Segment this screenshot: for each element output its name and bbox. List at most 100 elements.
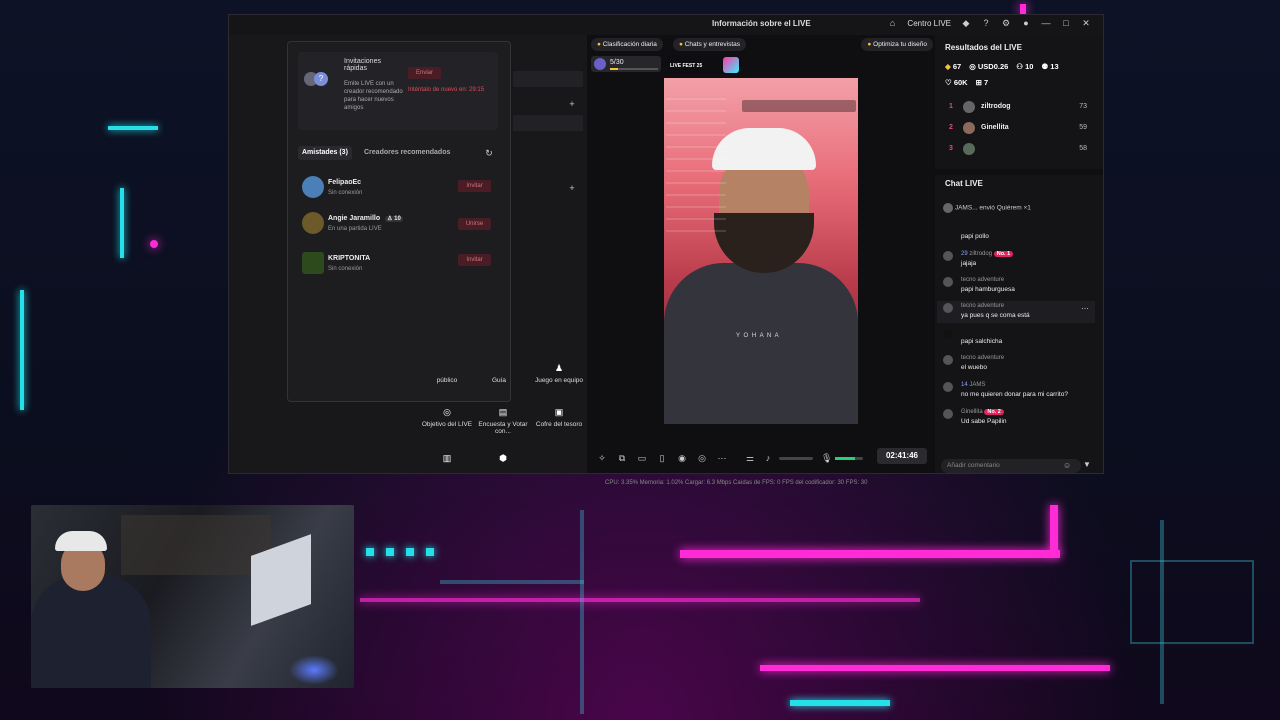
neon-line	[680, 550, 1060, 558]
live-fest-widget[interactable]: LIVE FEST 25	[667, 56, 741, 74]
message-text: jajaja	[961, 260, 977, 267]
tab-recommended[interactable]: Creadores recomendados	[364, 146, 450, 160]
filter-icon[interactable]: ▼	[1083, 460, 1091, 469]
join-button[interactable]: Unirse	[458, 218, 491, 230]
poll-icon: ▤	[498, 407, 508, 417]
ranking-row[interactable]: 3 58	[945, 141, 1093, 159]
message-text: papi pollo	[961, 233, 989, 240]
live-info-title[interactable]: Información sobre el LIVE	[712, 19, 811, 28]
message-text: el wuebo	[961, 364, 988, 371]
friend-name-text: Angie Jaramillo	[328, 215, 381, 222]
tool-label: Cofre del tesoro	[535, 421, 583, 428]
stat-value: 60K	[953, 78, 968, 87]
heart-icon: ♡	[945, 78, 952, 87]
tool-more-1[interactable]: ▥	[421, 453, 473, 467]
message-text: papi hamburguesa	[961, 286, 1015, 293]
diamond-icon: ◆	[945, 62, 951, 71]
neon-line	[108, 126, 158, 130]
more-options-icon[interactable]: ⋯	[1081, 304, 1089, 313]
invite-button[interactable]: Invitar	[458, 254, 491, 266]
send-invite-button[interactable]: Enviar	[408, 67, 441, 79]
magic-wand-icon[interactable]: ✧	[597, 453, 607, 463]
goal-widget[interactable]: 5/30	[591, 56, 661, 72]
record-icon[interactable]: ◉	[677, 453, 687, 463]
shirt-logo: Y O H A N A	[736, 333, 780, 339]
target-icon: ◎	[443, 407, 451, 417]
avatar	[943, 382, 953, 392]
tool-label: Guía	[491, 377, 507, 384]
neon-line	[406, 548, 414, 556]
comment-input[interactable]: Añadir comentario	[941, 459, 1081, 473]
gift-banner: JAMS... envió Quiérem ×1	[943, 203, 1095, 217]
tool-poll[interactable]: ▤ Encuesta y Votar con...	[477, 407, 529, 435]
emoji-icon[interactable]: ☺	[1063, 461, 1071, 470]
usd-stat: ◎ USD0.26	[969, 62, 1008, 71]
capture-icon[interactable]: ◎	[697, 453, 707, 463]
more-icon[interactable]: ⋯	[717, 453, 727, 463]
close-icon[interactable]: ✕	[1081, 18, 1091, 28]
tool-public[interactable]: público	[421, 377, 473, 384]
daily-ranking-chip[interactable]: ● Clasificación diaria	[591, 38, 663, 51]
phone-icon[interactable]: ▯	[657, 453, 667, 463]
circuit-trace	[1130, 560, 1254, 644]
help-icon[interactable]: ?	[981, 18, 991, 28]
chest-icon: ▣	[554, 407, 564, 417]
tool-label: público	[436, 377, 458, 384]
tool-live-goal[interactable]: ◎ Objetivo del LIVE	[421, 407, 473, 428]
search-field[interactable]	[513, 71, 583, 87]
level-value: 10	[394, 216, 401, 222]
tool-label: Encuesta y Votar con...	[478, 421, 528, 435]
message-user: 29 ziltrodog No. 1	[961, 251, 1014, 257]
level-badge: ♙ 10	[385, 216, 403, 222]
invite-button[interactable]: Invitar	[458, 180, 491, 192]
username: ziltrodog	[969, 251, 993, 257]
sliders-icon[interactable]: ⚌	[745, 453, 755, 463]
layers-icon[interactable]: ⧉	[617, 453, 627, 463]
microphone-icon[interactable]: 🎙	[821, 453, 832, 463]
optimize-design-chip[interactable]: ● Optimiza tu diseño	[861, 38, 933, 51]
chat-message-hovered[interactable]: tecno adventure ya pues q se coma está ⋯	[937, 301, 1095, 323]
add-icon[interactable]: +	[567, 99, 577, 109]
avatar	[943, 329, 953, 339]
refresh-icon[interactable]: ↻	[484, 148, 494, 158]
speaker-icon[interactable]: ♪	[763, 453, 773, 463]
tab-friends[interactable]: Amistades (3)	[298, 146, 352, 160]
gift-icon: ⊞	[975, 78, 982, 87]
home-icon[interactable]: ⌂	[887, 18, 897, 28]
avatar	[943, 251, 953, 261]
tools-grid: público Guía ♟ Juego en equipo ◎ Objetivo …	[421, 363, 587, 473]
question-icon: ?	[314, 72, 328, 86]
minimize-icon[interactable]: —	[1041, 18, 1051, 28]
centro-live-link[interactable]: Centro LIVE	[907, 19, 951, 28]
settings-icon[interactable]: ⚙	[1001, 18, 1011, 28]
tool-guide[interactable]: Guía	[473, 377, 525, 384]
mic-level-slider[interactable]	[835, 456, 863, 460]
add-icon[interactable]: +	[567, 183, 577, 193]
results-stats-2: ♡ 60K ⊞ 7	[945, 78, 988, 87]
tool-treasure-chest[interactable]: ▣ Cofre del tesoro	[533, 407, 585, 428]
avatar	[963, 143, 975, 155]
tool-more-2[interactable]: ⬢	[477, 453, 529, 467]
avatar	[302, 176, 324, 198]
friend-status: Sin conexión	[328, 190, 363, 196]
rank-name: Ginellita	[981, 124, 1009, 131]
friend-name: KRIPTONITA	[328, 255, 371, 262]
neon-line	[366, 548, 374, 556]
friend-status: Sin conexión	[328, 266, 363, 272]
maximize-icon[interactable]: □	[1061, 18, 1071, 28]
right-panel: Resultados del LIVE ◆ 67 ◎ USD0.26 ⚇ 10 …	[935, 35, 1103, 473]
overlay-chat	[666, 88, 726, 238]
volume-slider[interactable]	[779, 456, 813, 460]
quick-invite-card: ? Invitaciones rápidas Emite LIVE con un…	[298, 52, 498, 130]
ranking-row[interactable]: 1 ziltrodog 73	[945, 99, 1093, 117]
profile-avatar[interactable]: ●	[1021, 18, 1031, 28]
tool-team-game[interactable]: ♟ Juego en equipo	[533, 363, 585, 384]
ranking-row[interactable]: 2 Ginellita 59	[945, 120, 1093, 138]
avatar	[302, 212, 324, 234]
neon-line	[120, 188, 124, 258]
stat-value: USD0.26	[977, 62, 1009, 71]
screen-icon[interactable]: ▭	[637, 453, 647, 463]
search-field[interactable]	[513, 115, 583, 131]
chats-interviews-chip[interactable]: ● Chats y entrevistas	[673, 38, 747, 51]
notification-icon[interactable]: ◆	[961, 18, 971, 28]
